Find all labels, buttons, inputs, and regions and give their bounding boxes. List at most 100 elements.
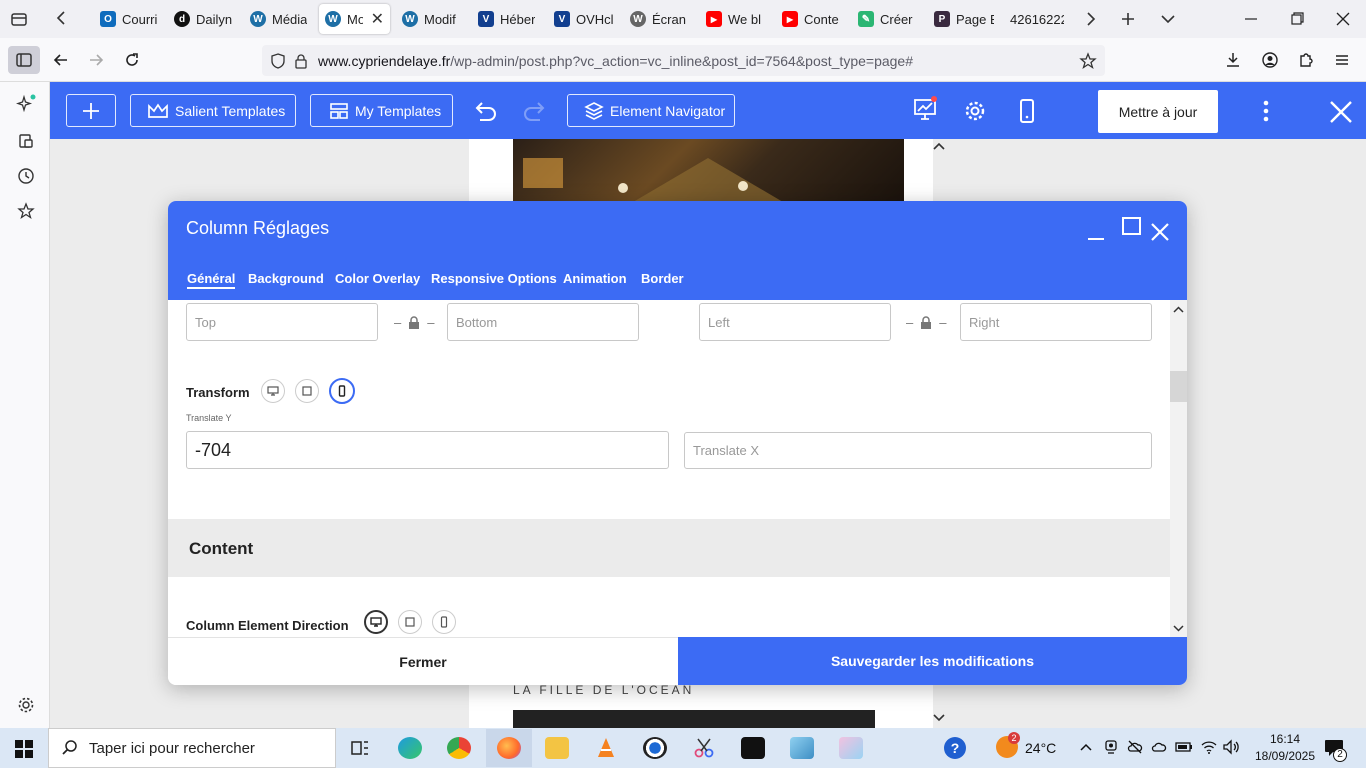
page-scroll-down-icon[interactable] <box>932 712 946 724</box>
paint-app-icon[interactable] <box>839 737 863 759</box>
vlc-icon[interactable] <box>594 736 618 760</box>
tab-animation[interactable]: Animation <box>563 271 627 286</box>
tab-1[interactable]: d Dailyn <box>168 4 240 34</box>
padding-top-field[interactable]: Top <box>186 303 378 341</box>
tab-6[interactable]: V OVHcl <box>548 4 620 34</box>
customize-sidebar-gear-icon[interactable] <box>17 696 35 714</box>
scroll-down-arrow-icon[interactable] <box>1170 621 1187 635</box>
maximize-modal-icon[interactable] <box>1121 216 1142 237</box>
close-builder-icon[interactable] <box>1328 99 1354 125</box>
snipping-tool-icon[interactable] <box>692 736 716 760</box>
direction-mobile-button[interactable] <box>432 610 456 634</box>
close-tab-icon[interactable]: ✕ <box>371 9 384 29</box>
taskbar-search-box[interactable]: Taper ici pour rechercher <box>48 728 336 768</box>
tab-border[interactable]: Border <box>641 271 684 286</box>
weather-temperature[interactable]: 24°C <box>1025 740 1056 756</box>
scroll-tabs-left-icon[interactable] <box>54 9 68 27</box>
tab-0[interactable]: O Courri <box>94 4 166 34</box>
tablet-device-button[interactable] <box>295 379 319 403</box>
mobile-preview-icon[interactable] <box>1019 98 1035 124</box>
synced-tabs-icon[interactable] <box>17 132 35 150</box>
show-hidden-icons-icon[interactable] <box>1079 740 1093 754</box>
padding-right-field[interactable]: Right <box>960 303 1152 341</box>
tab-10[interactable]: ✎ Créer <box>852 4 924 34</box>
tab-background[interactable]: Background <box>248 271 324 286</box>
video-player[interactable] <box>513 710 875 728</box>
restore-window-icon[interactable] <box>1288 10 1306 28</box>
tab-responsive-options[interactable]: Responsive Options <box>431 271 557 286</box>
more-options-icon[interactable] <box>1259 98 1273 124</box>
ai-chatbot-icon[interactable] <box>16 94 36 114</box>
tab-list-icon[interactable] <box>10 10 28 28</box>
cloud-offline-icon[interactable] <box>1127 739 1143 755</box>
webcam-icon[interactable] <box>1103 739 1119 755</box>
account-icon[interactable] <box>1261 51 1279 69</box>
downloads-icon[interactable] <box>1224 51 1242 69</box>
presentation-icon[interactable] <box>912 96 938 122</box>
scroll-up-arrow-icon[interactable] <box>1170 303 1187 317</box>
extensions-icon[interactable] <box>1297 51 1315 69</box>
save-changes-button[interactable]: Sauvegarder les modifications <box>678 637 1187 685</box>
shield-icon[interactable] <box>270 52 286 69</box>
add-element-button[interactable] <box>66 94 116 127</box>
list-all-tabs-icon[interactable] <box>1159 10 1177 28</box>
task-view-icon[interactable] <box>350 738 370 758</box>
padding-left-field[interactable]: Left <box>699 303 891 341</box>
tab-color-overlay[interactable]: Color Overlay <box>335 271 420 286</box>
salient-templates-button[interactable]: Salient Templates <box>130 94 296 127</box>
new-tab-icon[interactable] <box>1119 10 1137 28</box>
my-templates-button[interactable]: My Templates <box>310 94 453 127</box>
menu-icon[interactable] <box>1333 51 1351 69</box>
tab-7[interactable]: W Écran <box>624 4 700 34</box>
tab-general[interactable]: Général <box>187 271 236 289</box>
clock[interactable]: 16:14 18/09/2025 <box>1252 731 1318 765</box>
tab-5[interactable]: V Héber <box>472 4 544 34</box>
close-modal-icon[interactable] <box>1150 222 1170 242</box>
chrome-browser-icon[interactable] <box>447 737 471 759</box>
minimize-window-icon[interactable] <box>1242 10 1260 28</box>
undo-icon[interactable] <box>472 100 498 122</box>
file-explorer-icon[interactable] <box>545 737 569 759</box>
scroll-tabs-right-icon[interactable] <box>1084 10 1098 28</box>
element-navigator-button[interactable]: Element Navigator <box>567 94 735 127</box>
windows-start-icon[interactable] <box>14 739 34 759</box>
tab-8[interactable]: ▶ We bl <box>700 4 772 34</box>
tab-9[interactable]: ▶ Conte <box>776 4 848 34</box>
history-icon[interactable] <box>17 167 35 185</box>
lock-icon[interactable] <box>294 53 308 69</box>
lock-top-bottom[interactable]: – – <box>394 315 434 330</box>
redo-icon[interactable] <box>522 100 548 122</box>
close-button[interactable]: Fermer <box>168 637 678 685</box>
tab-3-active[interactable]: W Mo ✕ <box>319 4 390 34</box>
bookmarks-icon[interactable] <box>17 202 35 220</box>
battery-icon[interactable] <box>1175 739 1193 755</box>
forward-icon[interactable] <box>87 51 105 69</box>
modal-scrollbar[interactable] <box>1170 300 1187 637</box>
page-scroll-up-icon[interactable] <box>932 140 946 152</box>
wifi-icon[interactable] <box>1200 739 1218 755</box>
sidebar-toggle-button[interactable] <box>8 46 40 74</box>
tab-2[interactable]: W Média <box>244 4 316 34</box>
edge-browser-icon[interactable] <box>398 737 422 759</box>
tab-12[interactable]: 42616222 <box>1004 4 1070 34</box>
scrollbar-thumb[interactable] <box>1170 371 1187 402</box>
tab-4[interactable]: W Modif <box>396 4 468 34</box>
settings-gear-icon[interactable] <box>964 100 986 122</box>
translate-y-field[interactable]: -704 <box>186 431 669 469</box>
volume-icon[interactable] <box>1222 739 1240 755</box>
close-window-icon[interactable] <box>1334 10 1352 28</box>
tab-11[interactable]: PPage E <box>928 4 1000 34</box>
desktop-device-button[interactable] <box>261 379 285 403</box>
capcut-icon[interactable] <box>741 737 765 759</box>
direction-desktop-button[interactable] <box>364 610 388 634</box>
translate-x-field[interactable]: Translate X <box>684 432 1152 469</box>
reload-icon[interactable] <box>123 51 141 69</box>
help-icon[interactable]: ? <box>944 737 966 759</box>
bookmark-star-icon[interactable] <box>1079 51 1097 70</box>
onedrive-cloud-icon[interactable] <box>1151 739 1167 755</box>
url-bar[interactable]: www.cypriendelaye.fr/wp-admin/post.php?v… <box>262 45 1105 76</box>
direction-tablet-button[interactable] <box>398 610 422 634</box>
minimize-modal-icon[interactable] <box>1087 227 1105 241</box>
padding-bottom-field[interactable]: Bottom <box>447 303 639 341</box>
firefox-active-slot[interactable] <box>486 729 532 767</box>
